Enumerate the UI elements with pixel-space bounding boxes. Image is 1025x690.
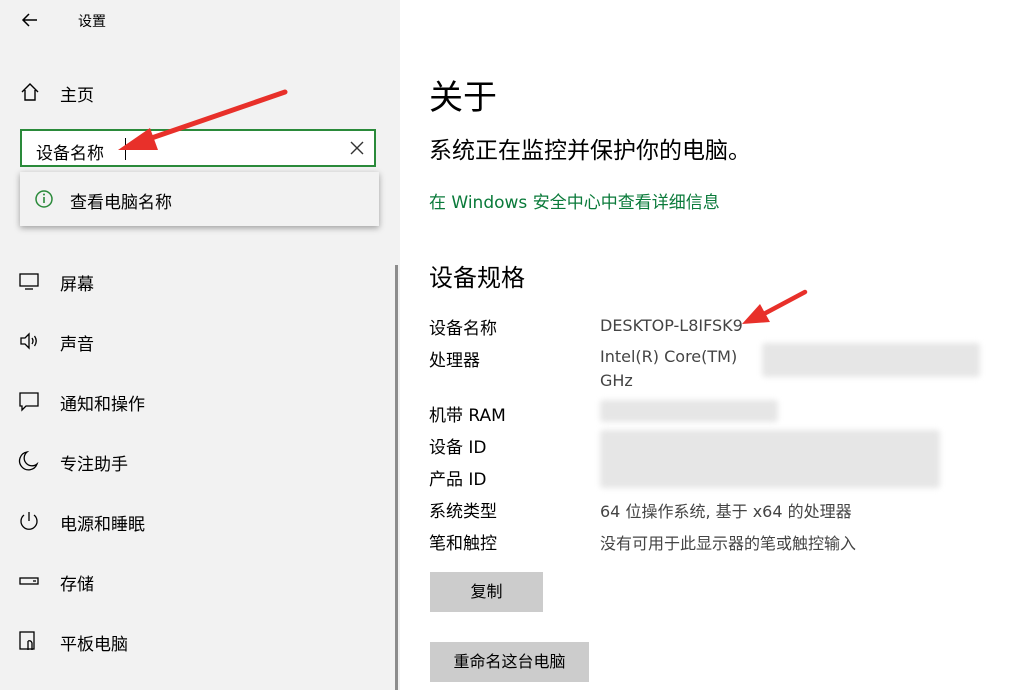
- spec-label-processor: 处理器: [429, 351, 480, 371]
- text-caret: [125, 138, 126, 160]
- sidebar-item-sound[interactable]: 声音: [0, 319, 395, 363]
- spec-label-ram: 机带 RAM: [429, 406, 506, 426]
- back-arrow-icon[interactable]: [18, 8, 42, 32]
- redacted-ram: [600, 400, 778, 422]
- info-icon: [35, 190, 53, 208]
- search-suggestion[interactable]: 查看电脑名称: [20, 172, 379, 226]
- sidebar-item-tablet[interactable]: 平板电脑: [0, 619, 395, 663]
- security-center-link[interactable]: 在 Windows 安全中心中查看详细信息: [429, 188, 720, 213]
- spec-value-system-type: 64 位操作系统, 基于 x64 的处理器: [600, 502, 852, 521]
- sidebar-item-label: 专注助手: [60, 455, 128, 475]
- protection-status: 系统正在监控并保护你的电脑。: [429, 138, 751, 164]
- search-input-value: 设备名称: [36, 144, 104, 164]
- close-icon[interactable]: [348, 139, 366, 157]
- sidebar-item-home[interactable]: 主页: [0, 72, 400, 112]
- main-content: 关于 系统正在监控并保护你的电脑。 在 Windows 安全中心中查看详细信息 …: [400, 0, 1025, 690]
- moon-icon: [18, 450, 39, 471]
- copy-button[interactable]: 复制: [430, 572, 543, 612]
- window-title: 设置: [78, 14, 106, 30]
- rename-pc-button[interactable]: 重命名这台电脑: [430, 642, 589, 682]
- spec-label-system-type: 系统类型: [429, 502, 497, 522]
- sidebar-item-notifications[interactable]: 通知和操作: [0, 379, 395, 423]
- sidebar: 设置 主页 设备名称 查看电脑名称 屏幕 声音 通知和操作 专注助手 电源和睡眠…: [0, 0, 400, 690]
- spec-label-pen-touch: 笔和触控: [429, 534, 497, 554]
- display-icon: [19, 273, 39, 290]
- sidebar-item-focus-assist[interactable]: 专注助手: [0, 439, 395, 483]
- spec-value-pen-touch: 没有可用于此显示器的笔或触控输入: [600, 534, 857, 553]
- notification-icon: [19, 392, 39, 412]
- page-title: 关于: [429, 78, 497, 118]
- spec-label-device-name: 设备名称: [429, 319, 497, 339]
- sidebar-item-power[interactable]: 电源和睡眠: [0, 499, 395, 543]
- sidebar-item-label: 声音: [60, 335, 94, 355]
- section-title-specs: 设备规格: [429, 264, 525, 292]
- spec-value-device-name: DESKTOP-L8IFSK9: [600, 316, 743, 335]
- spec-value-processor: Intel(R) Core(TM): [600, 347, 738, 366]
- redacted-ids: [600, 430, 940, 488]
- sidebar-scrollbar[interactable]: [395, 265, 398, 690]
- power-icon: [20, 512, 38, 530]
- suggestion-label: 查看电脑名称: [70, 193, 172, 213]
- sidebar-item-storage[interactable]: 存储: [0, 559, 395, 603]
- search-input[interactable]: 设备名称: [20, 129, 376, 167]
- speaker-icon: [20, 332, 37, 350]
- tablet-icon: [19, 631, 35, 650]
- sidebar-item-display[interactable]: 屏幕: [0, 259, 395, 303]
- storage-icon: [19, 577, 39, 585]
- sidebar-item-label: 存储: [60, 575, 94, 595]
- sidebar-item-label: 平板电脑: [60, 635, 128, 655]
- sidebar-item-label: 屏幕: [60, 275, 94, 295]
- spec-label-device-id: 设备 ID: [429, 438, 487, 458]
- spec-value-processor-freq: GHz: [600, 371, 633, 390]
- home-icon: [21, 83, 39, 101]
- redacted-processor: [762, 343, 980, 377]
- spec-label-product-id: 产品 ID: [429, 470, 487, 490]
- sidebar-item-label: 通知和操作: [60, 395, 145, 415]
- sidebar-item-label: 电源和睡眠: [60, 515, 145, 535]
- sidebar-item-label: 主页: [60, 86, 94, 106]
